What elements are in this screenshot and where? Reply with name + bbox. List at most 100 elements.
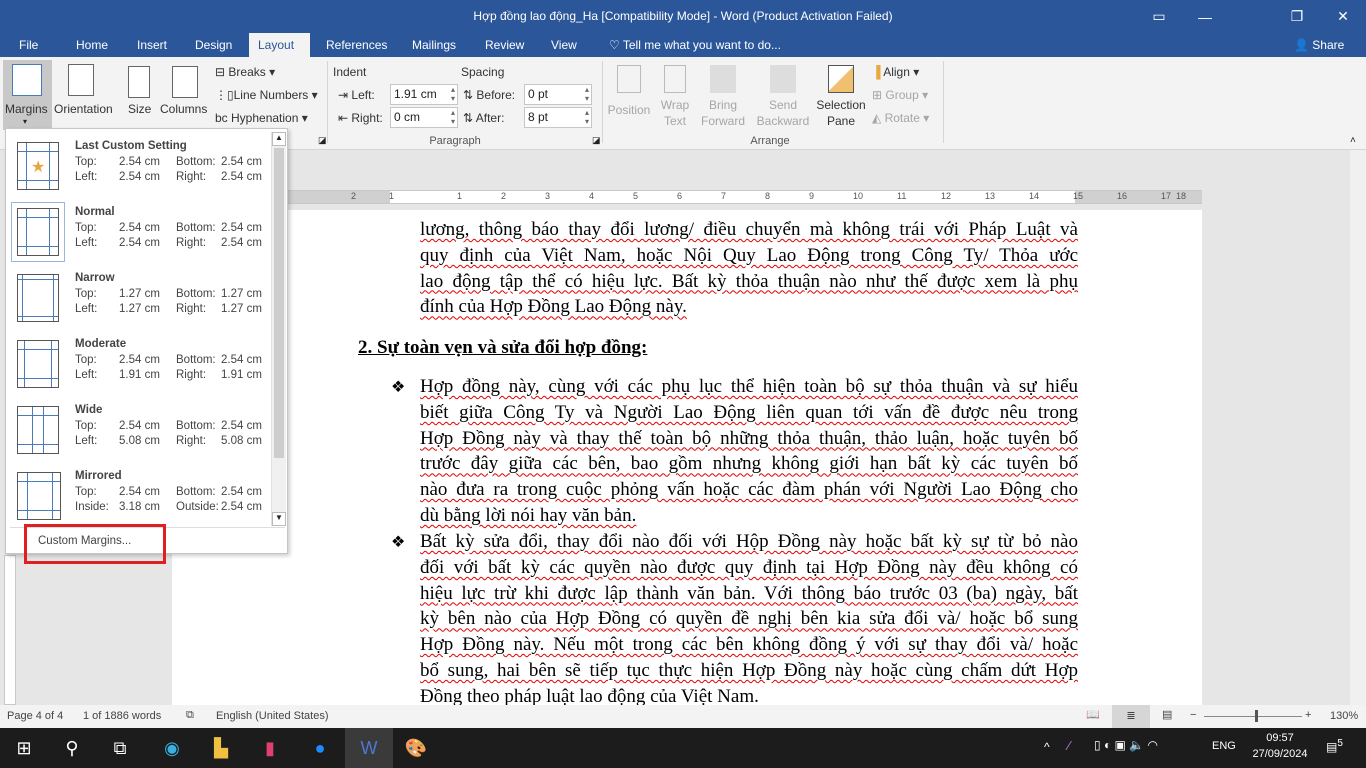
align-button[interactable]: ▐ Align ▾ [872,65,919,79]
paragraph-launcher-icon[interactable]: ◪ [592,135,601,146]
web-layout-icon[interactable]: ▤ [1162,708,1172,721]
group-button[interactable]: ⊞ Group ▾ [872,88,928,102]
ruler-tick-label: 18 [1176,191,1187,201]
margin-preview-icon [17,274,59,322]
bring-forward-button[interactable]: Bring Forward [696,63,750,133]
paint-icon[interactable]: 🎨 [392,728,440,768]
zoom-level[interactable]: 130% [1330,710,1358,722]
margin-preview-icon [17,472,61,520]
tab-references[interactable]: References [317,33,396,57]
restore-button[interactable]: ❐ [1274,0,1320,33]
tab-insert[interactable]: Insert [128,33,176,57]
wrap-text-button[interactable]: Wrap Text [655,63,695,133]
zoom-slider[interactable] [1204,716,1302,717]
bullet-icon: ❖ [391,379,406,396]
input-language[interactable]: ENG [1212,740,1236,752]
size-button[interactable]: Size [122,60,156,130]
minimize-button[interactable]: — [1182,0,1228,33]
word-icon[interactable]: W [345,728,393,768]
page-count[interactable]: Page 4 of 4 [7,710,63,722]
margin-preset-wide[interactable]: Wide Top: 2.54 cm Bottom: 2.54 cm Left: … [7,398,272,464]
notifications-icon[interactable]: ▤5 [1326,738,1343,754]
tab-review[interactable]: Review [476,33,533,57]
zoom-slider-thumb[interactable] [1255,710,1258,722]
document-app-icon[interactable]: ▮ [246,728,294,768]
ruler-tick-label: 6 [677,191,683,201]
pen-icon[interactable]: ∕ [1068,738,1070,753]
edge-icon[interactable]: ◉ [148,728,196,768]
tab-view[interactable]: View [542,33,586,57]
clock-date[interactable]: 27/09/2024 [1248,748,1312,760]
spacing-after-input[interactable]: 8 pt [524,107,592,128]
indent-right-input[interactable]: 0 cm [390,107,458,128]
margins-dropdown: ★ Last Custom Setting Top: 2.54 cm Botto… [5,128,288,554]
tab-mailings[interactable]: Mailings [403,33,465,57]
tray-icons[interactable]: ▯ ◐ ▣ 🔈 ◠ [1094,738,1158,752]
scroll-thumb[interactable] [274,148,284,458]
page-setup-launcher-icon[interactable]: ◪ [318,135,327,146]
margin-preset-mirrored[interactable]: Mirrored Top: 2.54 cm Bottom: 2.54 cm In… [7,464,272,530]
ribbon-display-icon[interactable]: ▭ [1136,0,1182,33]
proofing-icon[interactable]: ⧉ [186,709,194,722]
spacing-before-input[interactable]: 0 pt [524,84,592,105]
zoom-in-icon[interactable]: + [1305,709,1311,721]
document-line: biết giữa Công Ty và Người Lao Động liên… [420,401,1078,423]
indent-label: Indent [333,65,367,79]
ruler-tick-label: 5 [633,191,639,201]
orientation-button[interactable]: Orientation [54,60,116,130]
file-explorer-icon[interactable]: ▙ [197,728,245,768]
windows-start-icon[interactable]: ⊞ [0,728,48,768]
indent-left-label: ⇥ Left: [338,88,375,102]
tab-home[interactable]: Home [67,33,117,57]
hyphenation-button[interactable]: bc Hyphenation ▾ [215,111,308,125]
search-icon[interactable]: ⚲ [48,728,96,768]
tab-file[interactable]: File [10,33,47,57]
task-view-icon[interactable]: ⧉ [96,728,144,768]
breaks-icon: ⊟ [215,65,229,79]
menu-scrollbar[interactable]: ▲ ▼ [271,132,286,526]
vertical-scrollbar[interactable] [1350,150,1366,705]
zoom-out-icon[interactable]: − [1190,709,1196,721]
margin-preset-name: Last Custom Setting [75,140,187,152]
document-line: Bất kỳ sửa đổi, thay đổi nào đối với Hộp… [420,531,1078,552]
scroll-up-icon[interactable]: ▲ [272,132,286,146]
margin-preset-moderate[interactable]: Moderate Top: 2.54 cm Bottom: 2.54 cm Le… [7,332,272,398]
indent-right-label: ⇤ Right: [338,111,383,125]
document-line: nào đưa ra trong cuộc phỏng vấn hoặc các… [420,479,1078,501]
ruler-tick-label: 3 [545,191,551,201]
document-line: lao động tập thể có hiệu lực. Bất kỳ thỏ… [420,270,1078,292]
language[interactable]: English (United States) [216,710,329,722]
tab-layout[interactable]: Layout [249,33,310,57]
read-mode-icon[interactable]: 📖 [1086,708,1100,721]
scroll-down-icon[interactable]: ▼ [272,512,286,526]
show-hidden-icons[interactable]: ^ [1044,740,1050,754]
position-button[interactable]: Position [606,63,652,133]
columns-icon [172,66,198,98]
indent-left-input[interactable]: 1.91 cm [390,84,458,105]
close-button[interactable]: ✕ [1320,0,1366,33]
rotate-button[interactable]: ◭ Rotate ▾ [872,111,929,125]
share-button[interactable]: 👤 Share [1285,33,1353,57]
document-line: dù bằng lời nói hay văn bản. [420,505,637,526]
clock-time[interactable]: 09:57 [1250,732,1310,744]
word-count[interactable]: 1 of 1886 words [83,710,161,722]
horizontal-ruler[interactable] [288,190,1202,204]
margin-preset-last-custom-setting[interactable]: ★ Last Custom Setting Top: 2.54 cm Botto… [7,134,272,200]
send-backward-button[interactable]: Send Backward [752,63,814,133]
line-numbers-button[interactable]: ⋮▯Line Numbers ▾ [215,88,318,102]
margin-preview-icon: ★ [17,142,59,190]
print-layout-icon[interactable]: ≣ [1112,705,1150,728]
columns-button[interactable]: Columns [160,60,210,130]
selection-pane-button[interactable]: Selection Pane [815,63,867,133]
margins-button[interactable]: Margins ▾ [3,60,52,130]
collapse-ribbon-icon[interactable]: ˄ [1350,135,1356,146]
breaks-button[interactable]: ⊟ Breaks ▾ [215,65,275,79]
tab-design[interactable]: Design [186,33,241,57]
tell-me-search[interactable]: ♡ Tell me what you want to do... [600,33,790,57]
zalo-icon[interactable]: ● [296,728,344,768]
margin-preset-narrow[interactable]: Narrow Top: 1.27 cm Bottom: 1.27 cm Left… [7,266,272,332]
spacing-after-icon: ⇅ [463,111,476,125]
margin-preset-normal[interactable]: Normal Top: 2.54 cm Bottom: 2.54 cm Left… [7,200,272,266]
indent-right-icon: ⇤ [338,111,352,125]
vertical-ruler[interactable] [4,555,16,705]
